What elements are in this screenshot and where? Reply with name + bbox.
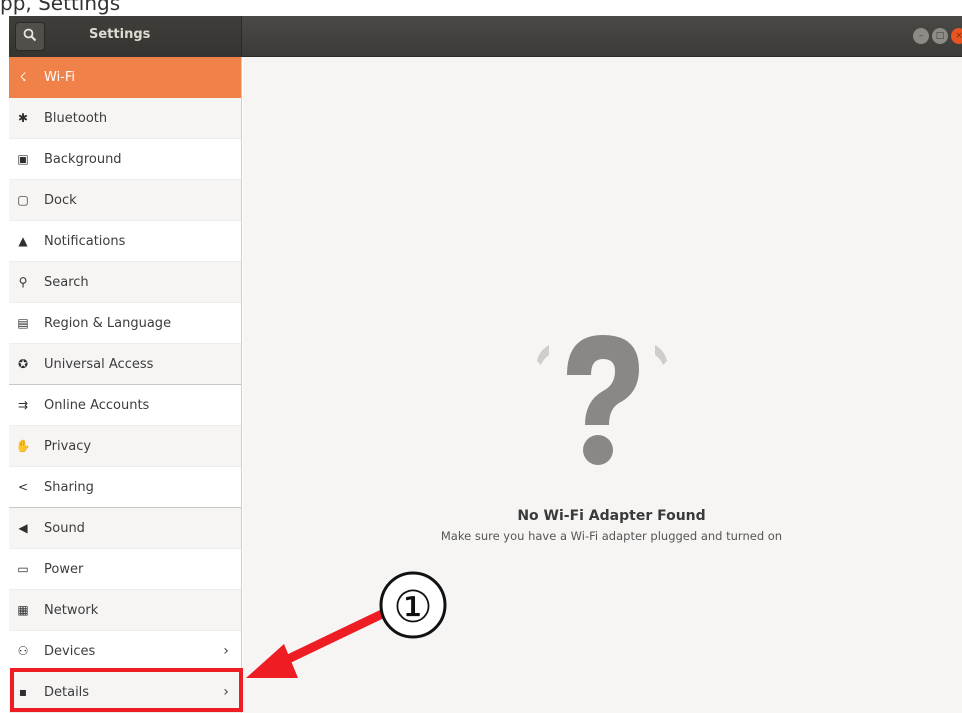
- main-panel: No Wi-Fi Adapter Found Make sure you hav…: [243, 57, 962, 713]
- minimize-icon: –: [918, 31, 924, 41]
- empty-state-title: No Wi-Fi Adapter Found: [517, 508, 706, 524]
- sidebar-item-label: Online Accounts: [44, 397, 150, 413]
- search-icon: ⚲: [18, 275, 28, 289]
- sidebar-item-dock[interactable]: ▢ Dock: [9, 180, 241, 221]
- sidebar-item-region-language[interactable]: ▤ Region & Language: [9, 303, 241, 344]
- app-title: Settings: [89, 27, 151, 42]
- partial-caption-text: pp, Settings: [0, 0, 121, 15]
- sidebar-item-details[interactable]: ▪ Details ›: [9, 672, 241, 713]
- sidebar-item-notifications[interactable]: ▲ Notifications: [9, 221, 241, 262]
- sidebar-item-power[interactable]: ▭ Power: [9, 549, 241, 590]
- network-icon: ▦: [17, 603, 29, 617]
- empty-state-subtitle: Make sure you have a Wi-Fi adapter plugg…: [440, 529, 783, 543]
- sidebar-item-background[interactable]: ▣ Background: [9, 139, 241, 180]
- sidebar-item-label: Region & Language: [44, 315, 172, 331]
- chevron-right-icon: ›: [223, 684, 229, 700]
- close-icon: ×: [955, 31, 962, 41]
- top-strip: pp, Settings: [0, 0, 962, 16]
- sidebar-item-sharing[interactable]: < Sharing: [9, 467, 241, 508]
- sidebar-item-universal-access[interactable]: ✪ Universal Access: [9, 344, 241, 385]
- sidebar-item-wi-fi[interactable]: ☇ Wi-Fi: [9, 57, 241, 98]
- sidebar-item-search[interactable]: ⚲ Search: [9, 262, 241, 303]
- question-mark-icon: [527, 313, 677, 473]
- dock-icon: ▢: [17, 193, 29, 207]
- search-button[interactable]: [15, 22, 45, 51]
- sidebar-item-label: Search: [44, 274, 89, 290]
- universal-access-icon: ✪: [17, 357, 29, 371]
- details-icon: ▪: [18, 685, 28, 699]
- sidebar-item-label: Power: [44, 561, 84, 577]
- minimize-button[interactable]: –: [913, 28, 929, 44]
- chevron-right-icon: ›: [223, 643, 229, 659]
- sidebar-item-label: Dock: [44, 192, 77, 208]
- sidebar-item-devices[interactable]: ⚇ Devices ›: [9, 631, 241, 672]
- maximize-icon: □: [935, 31, 945, 41]
- sidebar-item-label: Bluetooth: [44, 110, 108, 126]
- sidebar-item-sound[interactable]: ◀ Sound: [9, 508, 241, 549]
- background-icon: ▣: [17, 152, 29, 166]
- search-icon: [23, 28, 37, 46]
- sidebar-item-label: Wi-Fi: [44, 69, 76, 85]
- sidebar-item-bluetooth[interactable]: ✱ Bluetooth: [9, 98, 241, 139]
- sidebar-item-network[interactable]: ▦ Network: [9, 590, 241, 631]
- power-icon: ▭: [17, 562, 29, 576]
- sound-icon: ◀: [18, 521, 28, 535]
- sidebar-item-label: Privacy: [44, 438, 92, 454]
- region-icon: ▤: [17, 316, 29, 330]
- privacy-icon: ✋: [15, 439, 31, 453]
- sidebar-item-label: Universal Access: [44, 356, 154, 372]
- sidebar-item-label: Sound: [44, 520, 85, 536]
- sidebar-item-label: Sharing: [44, 479, 94, 495]
- notifications-icon: ▲: [18, 234, 28, 248]
- sidebar-item-label: Network: [44, 602, 99, 618]
- sidebar-item-privacy[interactable]: ✋ Privacy: [9, 426, 241, 467]
- sidebar-item-label: Notifications: [44, 233, 126, 249]
- sidebar: ☇ Wi-Fi ✱ Bluetooth ▣ Background ▢ Dock ▲ Notific…: [9, 57, 242, 713]
- online-accounts-icon: ⇉: [17, 398, 29, 412]
- header-sidebar-section: Settings: [9, 16, 242, 57]
- maximize-button[interactable]: □: [932, 28, 948, 44]
- close-button[interactable]: ×: [951, 28, 962, 44]
- sidebar-item-label: Details: [44, 684, 90, 700]
- header-bar: Settings – □ ×: [9, 16, 962, 57]
- devices-icon: ⚇: [17, 644, 29, 658]
- bluetooth-icon: ✱: [17, 111, 29, 125]
- wifi-icon: ☇: [19, 70, 27, 84]
- sidebar-item-label: Devices: [44, 643, 96, 659]
- sidebar-item-label: Background: [44, 151, 122, 167]
- sidebar-item-online-accounts[interactable]: ⇉ Online Accounts: [9, 385, 241, 426]
- sharing-icon: <: [17, 480, 29, 494]
